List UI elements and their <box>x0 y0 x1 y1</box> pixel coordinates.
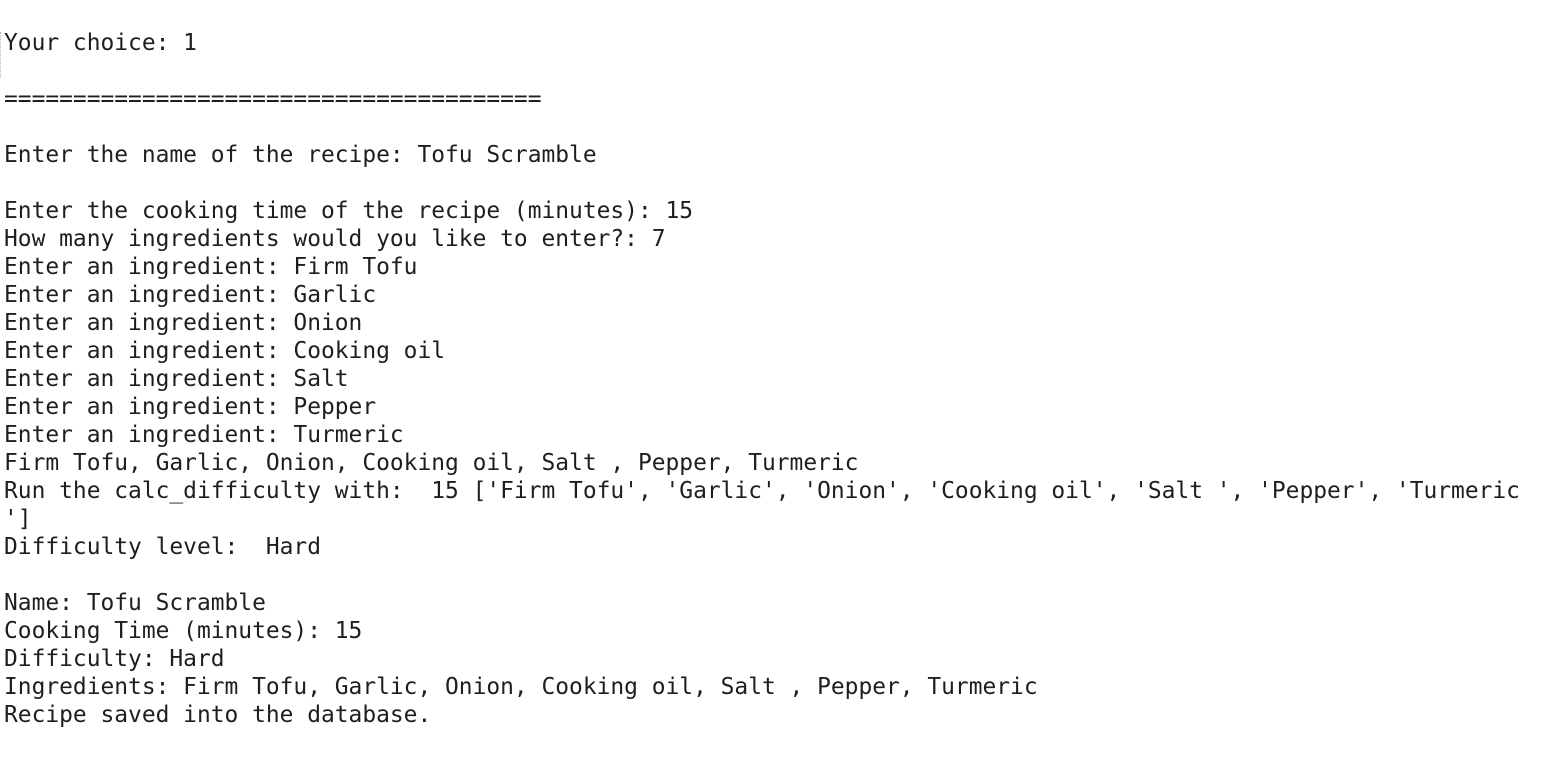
terminal-line-ingredient-prompt: Enter an ingredient: Pepper <box>4 394 377 420</box>
terminal-line-difficulty-level: Difficulty level: Hard <box>4 534 321 560</box>
terminal-line-choice: Your choice: 1 <box>4 30 197 56</box>
terminal-line-ingredient-prompt: Enter an ingredient: Onion <box>4 310 363 336</box>
terminal-line-calc-difficulty: Run the calc_difficulty with: 15 ['Firm … <box>4 478 1520 504</box>
terminal-line-ingredient-count-prompt: How many ingredients would you like to e… <box>4 226 666 252</box>
terminal-line-summary-name: Name: Tofu Scramble <box>4 590 266 616</box>
terminal-line-ingredient-prompt: Enter an ingredient: Cooking oil <box>4 338 446 364</box>
terminal-line-ingredient-prompt: Enter an ingredient: Turmeric <box>4 422 404 448</box>
terminal-line-ingredient-prompt: Enter an ingredient: Salt <box>4 366 349 392</box>
terminal-line-recipe-name-prompt: Enter the name of the recipe: Tofu Scram… <box>4 142 597 168</box>
terminal-line-separator: ======================================= <box>4 86 542 112</box>
terminal-line-summary-cooking-time: Cooking Time (minutes): 15 <box>4 618 363 644</box>
terminal-line-cooking-time-prompt: Enter the cooking time of the recipe (mi… <box>4 198 694 224</box>
terminal-output[interactable]: Your choice: 1 =========================… <box>4 29 1546 729</box>
terminal-line-ingredient-prompt: Enter an ingredient: Garlic <box>4 282 377 308</box>
terminal-line-calc-difficulty-wrap: '] <box>4 506 32 532</box>
terminal-line-summary-ingredients: Ingredients: Firm Tofu, Garlic, Onion, C… <box>4 674 1038 700</box>
text-cursor-marker <box>0 32 2 78</box>
terminal-line-summary-difficulty: Difficulty: Hard <box>4 646 225 672</box>
terminal-line-ingredient-list: Firm Tofu, Garlic, Onion, Cooking oil, S… <box>4 450 859 476</box>
terminal-line-ingredient-prompt: Enter an ingredient: Firm Tofu <box>4 254 418 280</box>
terminal-line-saved-message: Recipe saved into the database. <box>4 702 432 728</box>
